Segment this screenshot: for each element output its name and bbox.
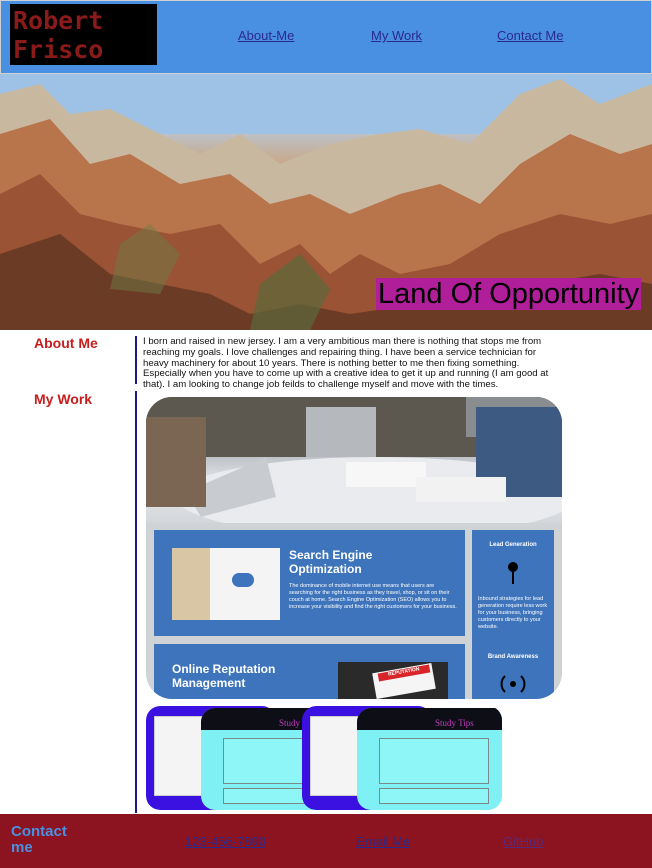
study-tips-thumbnail-2[interactable]: Study Tips bbox=[302, 706, 502, 810]
reputation-photo: REPUTATION bbox=[338, 662, 448, 699]
phone-link[interactable]: 123-456-7890 bbox=[185, 834, 266, 849]
about-me-text: I born and raised in new jersey. I am a … bbox=[143, 336, 549, 391]
hero-title: Land Of Opportunity bbox=[376, 278, 642, 310]
about-divider bbox=[135, 336, 137, 384]
contact-me-heading: Contact me bbox=[11, 823, 67, 856]
nav-contact-me-link[interactable]: Contact Me bbox=[497, 28, 563, 43]
meeting-photo bbox=[146, 397, 562, 537]
github-link[interactable]: GitHub bbox=[503, 834, 543, 849]
reputation-title: Online Reputation Management bbox=[172, 662, 276, 690]
brand-awareness-panel: Brand Awareness bbox=[472, 636, 554, 699]
site-header: Robert Frisco About-Me My Work Contact M… bbox=[0, 0, 652, 74]
hero-banner: Land Of Opportunity bbox=[0, 74, 652, 330]
site-footer: Contact me 123-456-7890 Email Me GitHub bbox=[0, 814, 652, 868]
seo-title: Search Engine Optimization bbox=[289, 548, 373, 576]
seo-body: The dominance of mobile internet use mea… bbox=[289, 583, 457, 610]
logo-line-2: Frisco bbox=[13, 35, 104, 64]
lead-generation-title: Lead Generation bbox=[489, 542, 537, 548]
email-link[interactable]: Email Me bbox=[356, 834, 410, 849]
brand-awareness-title: Brand Awareness bbox=[487, 654, 539, 660]
lead-generation-body: Inbound strategies for lead generation r… bbox=[478, 596, 548, 630]
seo-panel: Search Engine Optimization The dominance… bbox=[154, 530, 465, 636]
magnet-icon bbox=[508, 562, 518, 584]
site-logo[interactable]: Robert Frisco bbox=[10, 4, 157, 65]
about-me-heading: About Me bbox=[34, 335, 98, 351]
lead-generation-panel: Lead Generation Inbound strategies for l… bbox=[472, 530, 554, 636]
study-tips-title-2: Study Tips bbox=[435, 718, 474, 728]
seo-photo bbox=[172, 548, 280, 620]
study-tips-thumbnails: Study Tips Study Tips bbox=[146, 706, 554, 810]
reputation-panel: Online Reputation Management REPUTATION bbox=[154, 644, 465, 699]
broadcast-icon bbox=[500, 675, 526, 693]
meeting-illustration bbox=[146, 397, 562, 537]
my-work-heading: My Work bbox=[34, 391, 93, 407]
logo-line-1: Robert bbox=[13, 6, 104, 35]
work-project-screenshot[interactable]: Search Engine Optimization The dominance… bbox=[146, 397, 562, 699]
nav-about-me-link[interactable]: About-Me bbox=[238, 28, 294, 43]
nav-my-work-link[interactable]: My Work bbox=[371, 28, 422, 43]
work-divider bbox=[135, 391, 137, 813]
